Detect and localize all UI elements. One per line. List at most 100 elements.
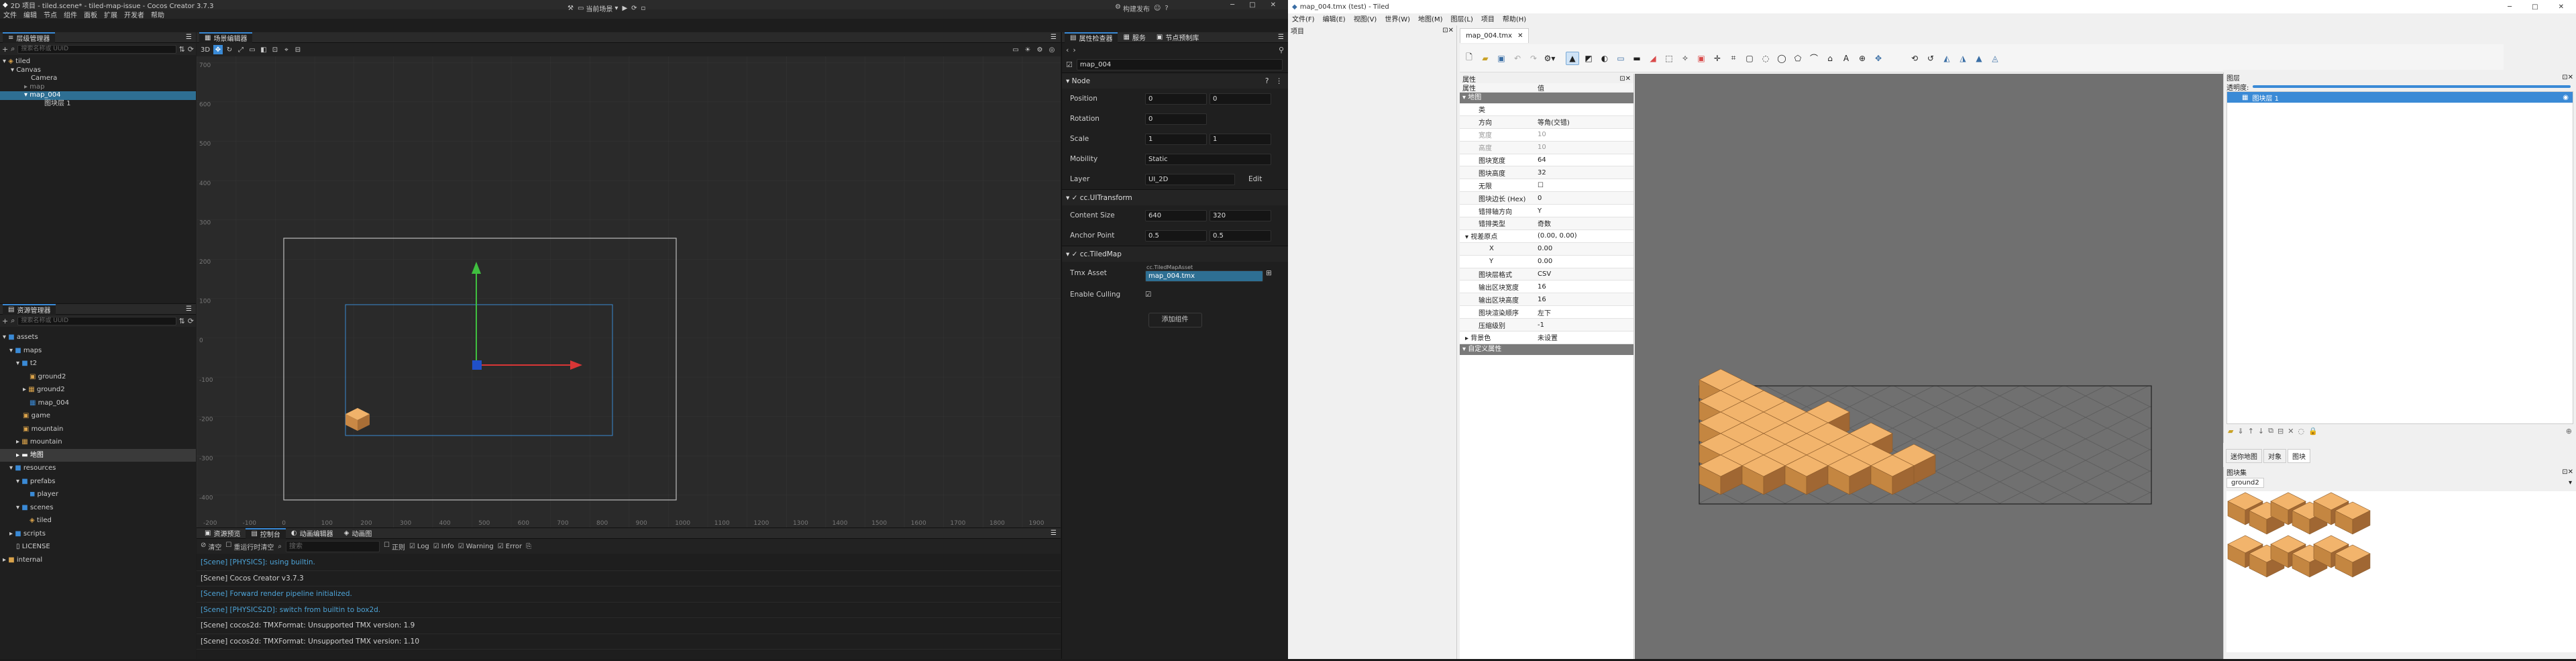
filter-error[interactable]: ☑ Error: [498, 543, 522, 550]
view-icon[interactable]: ◎: [1047, 45, 1057, 54]
tree-item[interactable]: 图块层 1: [0, 100, 196, 109]
property-row[interactable]: 压缩级别 -1: [1460, 319, 1633, 332]
property-row[interactable]: 输出区块宽度 16: [1460, 281, 1633, 294]
asset-item[interactable]: ◈ tiled: [0, 514, 196, 527]
node-active-checkbox[interactable]: ☑: [1066, 60, 1073, 69]
sort-icon[interactable]: ⇅: [179, 317, 185, 325]
export-icon[interactable]: ⎘: [526, 543, 531, 550]
property-value[interactable]: 左下: [1534, 307, 1633, 317]
maximize-icon[interactable]: □: [2532, 3, 2538, 11]
properties-section-map[interactable]: ▾ 地图: [1460, 93, 1633, 103]
panel-close-icon[interactable]: ⊡✕: [2562, 468, 2576, 476]
rotate-tool-icon[interactable]: ↻: [225, 45, 234, 54]
property-row[interactable]: Y 0.00: [1460, 256, 1633, 268]
property-value[interactable]: ☐: [1534, 182, 1633, 189]
tab-console[interactable]: ▤ 控制台: [246, 527, 286, 539]
locate-asset-icon[interactable]: ⊞: [1266, 269, 1272, 277]
property-row[interactable]: 高度 10: [1460, 141, 1633, 154]
hide-others-icon[interactable]: ◌: [2298, 427, 2304, 436]
random-mode-icon[interactable]: ⟲: [1908, 52, 1921, 65]
opacity-slider[interactable]: [2253, 85, 2571, 88]
width-input[interactable]: 640: [1145, 209, 1207, 221]
local-icon[interactable]: ⊡: [270, 45, 280, 54]
property-row[interactable]: ▾ 视差原点 (0.00, 0.00): [1460, 230, 1633, 243]
save-icon[interactable]: ▣: [1495, 52, 1508, 65]
tab-hierarchy[interactable]: ≡ 层级管理器: [3, 32, 56, 43]
asset-item[interactable]: ▯ LICENSE: [0, 540, 196, 554]
tab-minimap[interactable]: 迷你地图: [2226, 448, 2262, 463]
node-name-input[interactable]: map_004: [1076, 58, 1283, 70]
tab-objects[interactable]: 对象: [2263, 448, 2286, 463]
rect-select-icon[interactable]: ⬚: [1662, 52, 1676, 65]
console-search-input[interactable]: 搜索: [285, 540, 380, 552]
refresh-icon[interactable]: ⟳: [631, 5, 637, 12]
panel-close-icon[interactable]: ⊡✕: [1619, 75, 1633, 83]
filter-info[interactable]: ☑ Info: [433, 543, 454, 550]
layer-edit-button[interactable]: Edit: [1248, 175, 1262, 183]
menu-project[interactable]: 项目: [1477, 13, 1499, 23]
menu-edit[interactable]: 编辑(E): [1319, 13, 1350, 23]
more-icon[interactable]: ▫: [641, 5, 646, 12]
uitransform-section[interactable]: ▾ ✓ cc.UITransform: [1062, 189, 1288, 205]
log-line[interactable]: [Scene] Cocos Creator v3.7.3: [197, 571, 1061, 587]
gizmo-center-handle[interactable]: [472, 360, 482, 370]
tileset-menu-icon[interactable]: ▾: [2569, 479, 2576, 487]
asset-item[interactable]: ▣ game: [0, 409, 196, 423]
rotate-right-icon[interactable]: ▲: [1972, 52, 1986, 65]
property-value[interactable]: 16: [1534, 283, 1633, 291]
panel-menu-icon[interactable]: ☰: [1278, 34, 1288, 41]
tileset-view[interactable]: [2226, 491, 2576, 652]
panel-menu-icon[interactable]: ☰: [1051, 34, 1061, 41]
tab-animation-graph[interactable]: ◈ 动画图: [339, 528, 378, 539]
asset-item[interactable]: ▾ ■ assets: [0, 331, 196, 344]
asset-item[interactable]: ▦ map_004: [0, 397, 196, 410]
lighting-icon[interactable]: ☀: [1023, 45, 1032, 54]
command-icon[interactable]: ⚙▾: [1543, 52, 1556, 65]
asset-item[interactable]: ◼ player: [0, 488, 196, 501]
lock-layer-icon[interactable]: 🔒: [2308, 427, 2318, 436]
property-value[interactable]: 未设置: [1534, 332, 1633, 342]
add-component-button[interactable]: 添加组件: [1148, 313, 1202, 327]
rotation-input[interactable]: 0: [1145, 113, 1207, 125]
eraser-icon[interactable]: ◢: [1646, 52, 1660, 65]
asset-item[interactable]: ▣ ground2: [0, 370, 196, 384]
tileset-tab[interactable]: ground2: [2226, 477, 2264, 488]
property-row[interactable]: 图块宽度 64: [1460, 154, 1633, 167]
template-icon[interactable]: ⌂: [1823, 52, 1837, 65]
property-row[interactable]: ▸ 背景色 未设置: [1460, 332, 1633, 344]
scale-tool-icon[interactable]: ⤢: [236, 45, 246, 54]
scene-viewport[interactable]: 7006005004003002001000-100-200-300-400-5…: [197, 56, 1061, 527]
help-icon[interactable]: ?: [1165, 5, 1168, 12]
edit-polygon-icon[interactable]: ⌗: [1727, 52, 1740, 65]
raise-layer-icon[interactable]: ↑: [2248, 427, 2254, 436]
properties-section-custom[interactable]: ▾ 自定义属性: [1460, 344, 1633, 355]
property-value[interactable]: CSV: [1534, 270, 1633, 278]
collapse-icon[interactable]: ⇅: [179, 45, 185, 54]
regex-checkbox[interactable]: ☐ 正则: [384, 542, 405, 552]
property-value[interactable]: 10: [1534, 144, 1633, 151]
clear-button[interactable]: ⊘ 清空: [201, 542, 221, 552]
tree-item[interactable]: ▾ ◈ tiled: [0, 58, 196, 66]
panel-close-icon[interactable]: ⊡✕: [2562, 74, 2576, 81]
asset-item[interactable]: ▾ ■ t2: [0, 357, 196, 370]
stamp-brush-icon[interactable]: ▲: [1566, 51, 1579, 65]
wang-brush-icon[interactable]: ◐: [1598, 52, 1611, 65]
play-icon[interactable]: ▶: [622, 5, 627, 12]
minimize-icon[interactable]: ─: [2508, 3, 2512, 11]
property-row[interactable]: 无限 ☐: [1460, 179, 1633, 193]
rect-tool-icon[interactable]: ▭: [248, 45, 257, 54]
clear-on-run-checkbox[interactable]: ☐ 重运行时清空: [225, 542, 274, 552]
move-tool-icon[interactable]: ✥: [213, 45, 223, 54]
settings-icon[interactable]: ⚙: [1035, 45, 1044, 54]
scale-x-input[interactable]: 1: [1145, 133, 1207, 145]
menu-file[interactable]: 文件(F): [1288, 13, 1319, 23]
shape-fill-icon[interactable]: ▬: [1630, 52, 1644, 65]
tree-item[interactable]: ▸ map: [0, 83, 196, 92]
asset-item[interactable]: ▾ ■ resources: [0, 462, 196, 475]
pivot-icon[interactable]: ◧: [259, 45, 268, 54]
asset-item[interactable]: ▸ ▦ ground2: [0, 383, 196, 397]
new-icon[interactable]: 🗋: [1462, 52, 1476, 65]
undo-icon[interactable]: ↶: [1511, 52, 1524, 65]
new-layer-icon[interactable]: ▰: [2228, 427, 2233, 436]
tiledmap-section[interactable]: ▾ ✓ cc.TiledMap: [1062, 246, 1288, 262]
